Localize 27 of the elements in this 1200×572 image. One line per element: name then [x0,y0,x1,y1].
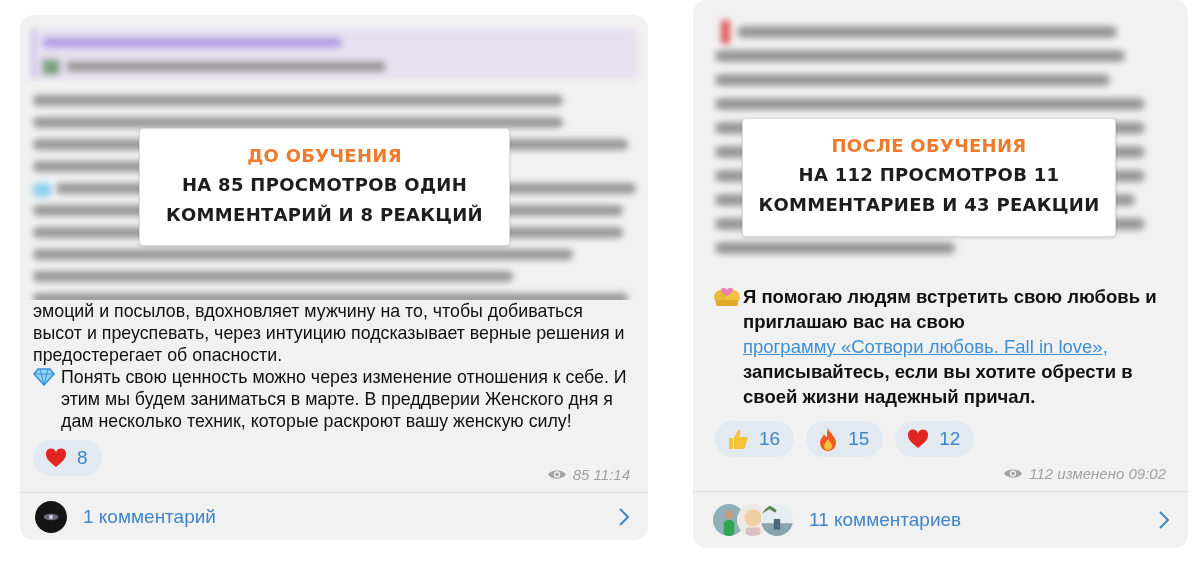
reaction-button[interactable]: 15 [806,421,884,457]
thumbs-up-icon [727,428,749,450]
message-text: Я помогаю людям встретить свою любовь и приглашаю вас на свою программу «Сотвори любовь. Fall in love», записывайтесь, если вы хотите обрести в своей жизни надежный причал. [743,285,1158,409]
caption-heading: ПОСЛЕ ОБУЧЕНИЯ [831,135,1027,156]
avatar [35,500,67,533]
heart-icon [907,429,930,449]
eye-icon [1003,467,1024,480]
avatar [761,504,793,536]
views-and-time: 112 изменено 09:02 [1029,465,1166,482]
chevron-right-icon[interactable] [1158,510,1170,530]
comments-link[interactable]: 11 комментариев [809,509,1158,531]
message-text: эмоций и посылов, вдохновляет мужчину на то, чтобы добиваться высот и преуспевать, через интуицию подсказывает верные решения и предостерегает об опасности. [33,300,626,366]
chevron-right-icon[interactable] [618,506,630,527]
caption-text: НА 85 ПРОСМОТРОВ ОДИН КОММЕНТАРИЙ И 8 РЕАКЦИЙ [165,172,484,227]
gem-icon [33,368,55,386]
eye-icon [546,468,567,481]
views-and-time: 85 11:14 [572,466,630,483]
fire-icon [818,427,839,451]
reaction-button[interactable]: 12 [895,421,975,457]
caption-heading: ДО ОБУЧЕНИЯ [247,144,402,166]
caption-text: НА 112 ПРОСМОТРОВ 11 КОММЕНТАРИЕВ И 43 РЕАКЦИИ [757,163,1101,217]
program-link[interactable]: программу «Сотвори любовь. Fall in love», [743,336,1108,357]
message-text: Понять свою ценность можно через изменение отношения к себе. И этим мы будем заниматься в марте. В преддверии Женского дня я дам несколько техник, которые раскроют вашу женскую силу! [61,366,628,432]
comments-link[interactable]: 1 комментарий [83,505,618,528]
heart-icon [45,448,67,468]
reaction-button[interactable]: 8 [33,440,102,476]
reaction-button[interactable]: 16 [715,421,795,457]
